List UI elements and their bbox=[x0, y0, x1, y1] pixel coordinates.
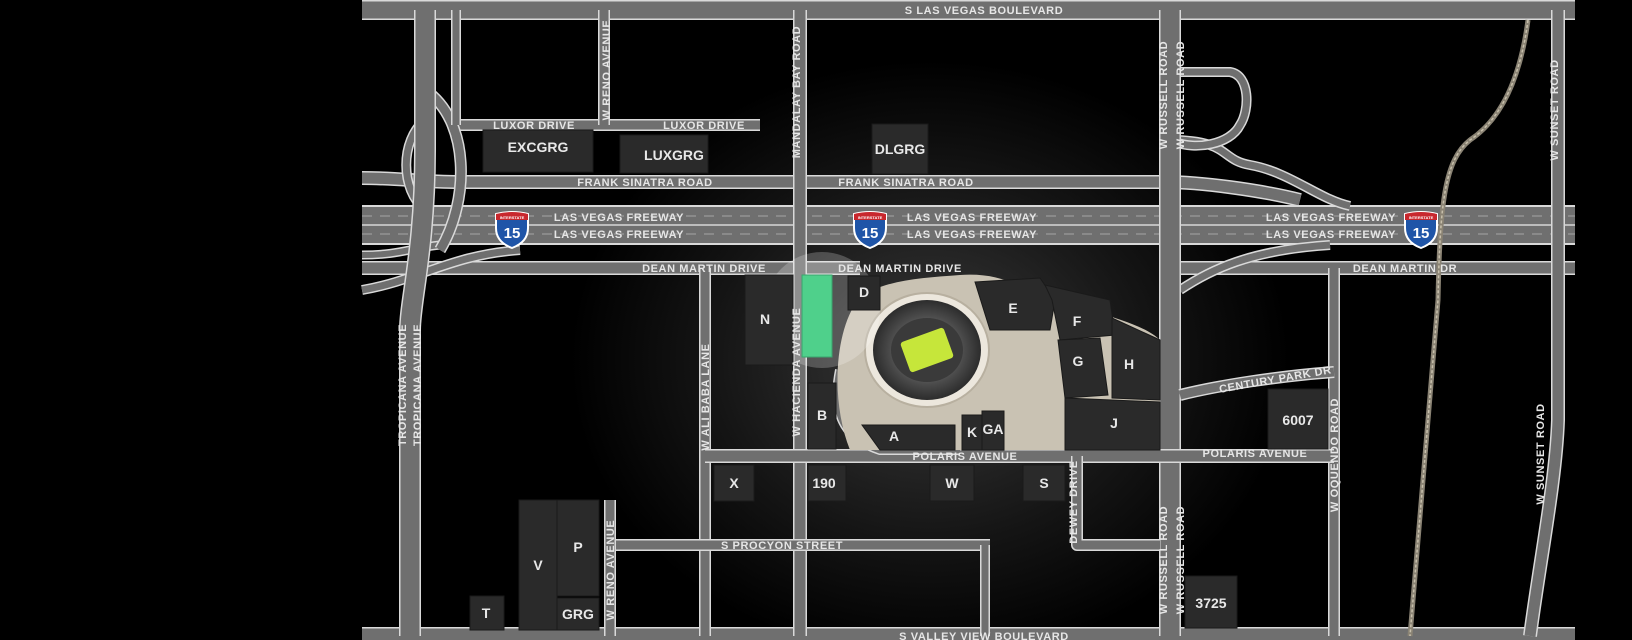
label-lv-freeway-1b: LAS VEGAS FREEWAY bbox=[554, 229, 684, 241]
lot-p[interactable]: P bbox=[556, 499, 600, 597]
lot-p-label: P bbox=[573, 539, 582, 555]
label-w-russell-road-2b: W RUSSELL ROAD bbox=[1175, 506, 1187, 614]
lot-k-label: K bbox=[967, 424, 977, 440]
label-lv-freeway-2b: LAS VEGAS FREEWAY bbox=[907, 229, 1037, 241]
lot-6007-label: 6007 bbox=[1282, 412, 1313, 428]
lot-n[interactable]: N bbox=[744, 274, 794, 366]
label-frank-sinatra-2: FRANK SINATRA ROAD bbox=[838, 177, 973, 189]
label-s-procyon-street: S PROCYON STREET bbox=[721, 540, 843, 552]
lot-w[interactable]: W bbox=[929, 464, 975, 502]
lot-luxgrg[interactable]: LUXGRG bbox=[619, 134, 709, 174]
lot-ga-label: GA bbox=[983, 421, 1004, 437]
lot-grg-label: GRG bbox=[562, 606, 594, 622]
label-polaris-avenue-2: POLARIS AVENUE bbox=[1203, 448, 1308, 460]
lot-v[interactable]: V bbox=[518, 499, 558, 631]
label-w-reno-avenue-bottom: W RENO AVENUE bbox=[605, 520, 617, 621]
label-s-valley-view-blvd: S VALLEY VIEW BOULEVARD bbox=[899, 631, 1069, 640]
lot-s[interactable]: S bbox=[1022, 464, 1066, 502]
label-lv-freeway-2a: LAS VEGAS FREEWAY bbox=[907, 212, 1037, 224]
lot-3725[interactable]: 3725 bbox=[1184, 575, 1238, 629]
svg-text:INTERSTATE: INTERSTATE bbox=[1409, 215, 1434, 220]
label-frank-sinatra-1: FRANK SINATRA ROAD bbox=[577, 177, 712, 189]
lot-g[interactable]: G bbox=[1057, 337, 1109, 399]
label-w-russell-road-2a: W RUSSELL ROAD bbox=[1158, 506, 1170, 614]
label-w-sunset-road-2: W SUNSET ROAD bbox=[1535, 403, 1547, 504]
label-lv-freeway-3b: LAS VEGAS FREEWAY bbox=[1266, 229, 1396, 241]
svg-text:INTERSTATE: INTERSTATE bbox=[500, 215, 525, 220]
lot-h-label: H bbox=[1124, 356, 1134, 372]
lot-190[interactable]: 190 bbox=[807, 464, 847, 502]
lot-ga[interactable]: GA bbox=[981, 410, 1005, 451]
lot-excgrg[interactable]: EXCGRG bbox=[482, 129, 594, 173]
lot-x-label: X bbox=[729, 475, 739, 491]
lot-d[interactable]: D bbox=[847, 275, 881, 311]
label-w-sunset-road-1: W SUNSET ROAD bbox=[1549, 59, 1561, 160]
label-w-reno-avenue-top: W RENO AVENUE bbox=[601, 20, 613, 121]
svg-text:15: 15 bbox=[862, 225, 879, 242]
lot-b[interactable]: B bbox=[807, 382, 837, 450]
lot-t[interactable]: T bbox=[469, 595, 505, 631]
lot-w-label: W bbox=[945, 475, 959, 491]
svg-text:INTERSTATE: INTERSTATE bbox=[858, 215, 883, 220]
lot-grg[interactable]: GRG bbox=[556, 597, 600, 631]
lot-v-label: V bbox=[533, 557, 543, 573]
lot-s-label: S bbox=[1039, 475, 1048, 491]
lot-dlgrg[interactable]: DLGRG bbox=[871, 123, 929, 175]
lot-n-label: N bbox=[760, 311, 770, 327]
stadium-area-map: EXCGRG LUXGRG DLGRG N D E F G H J B A K … bbox=[0, 0, 1632, 640]
lot-d-label: D bbox=[859, 284, 869, 300]
label-w-hacienda-avenue: W HACIENDA AVENUE bbox=[791, 308, 803, 437]
label-dean-martin-2: DEAN MARTIN DRIVE bbox=[838, 263, 962, 275]
label-luxor-drive-1: LUXOR DRIVE bbox=[493, 120, 575, 132]
highlighted-lot[interactable] bbox=[801, 274, 833, 358]
lot-6007[interactable]: 6007 bbox=[1267, 388, 1329, 450]
lot-j-label: J bbox=[1110, 415, 1118, 431]
label-s-las-vegas-blvd: S LAS VEGAS BOULEVARD bbox=[905, 5, 1063, 17]
lot-e-label: E bbox=[1008, 300, 1017, 316]
label-tropicana-avenue-b: TROPICANA AVENUE bbox=[412, 324, 424, 446]
label-dean-martin-1: DEAN MARTIN DRIVE bbox=[642, 263, 766, 275]
lot-g-label: G bbox=[1073, 353, 1084, 369]
label-w-oquendo-road: W OQUENDO ROAD bbox=[1329, 398, 1341, 512]
svg-text:15: 15 bbox=[1413, 225, 1430, 242]
label-tropicana-avenue-a: TROPICANA AVENUE bbox=[397, 324, 409, 446]
lot-excgrg-label: EXCGRG bbox=[508, 139, 569, 155]
lot-j[interactable]: J bbox=[1064, 397, 1161, 451]
lot-k[interactable]: K bbox=[961, 414, 983, 451]
lot-f-label: F bbox=[1073, 313, 1082, 329]
lot-a-label: A bbox=[889, 428, 899, 444]
label-dewey-drive: DEWEY DRIVE bbox=[1068, 460, 1080, 543]
label-mandalay-bay-road: MANDALAY BAY ROAD bbox=[791, 26, 803, 158]
label-w-russell-road-1a: W RUSSELL ROAD bbox=[1158, 41, 1170, 149]
label-lv-freeway-3a: LAS VEGAS FREEWAY bbox=[1266, 212, 1396, 224]
lot-190-label: 190 bbox=[812, 475, 836, 491]
label-dean-martin-dr: DEAN MARTIN DR bbox=[1353, 263, 1457, 275]
lot-luxgrg-label: LUXGRG bbox=[644, 147, 704, 163]
svg-text:15: 15 bbox=[504, 225, 521, 242]
label-lv-freeway-1a: LAS VEGAS FREEWAY bbox=[554, 212, 684, 224]
lot-3725-label: 3725 bbox=[1195, 595, 1226, 611]
label-w-ali-baba-lane: W ALI BABA LANE bbox=[700, 343, 712, 450]
label-polaris-avenue-1: POLARIS AVENUE bbox=[913, 451, 1018, 463]
lot-b-label: B bbox=[817, 407, 827, 423]
lot-t-label: T bbox=[482, 605, 491, 621]
label-luxor-drive-2: LUXOR DRIVE bbox=[663, 120, 745, 132]
lot-x[interactable]: X bbox=[713, 464, 755, 502]
label-w-russell-road-1b: W RUSSELL ROAD bbox=[1175, 41, 1187, 149]
lot-dlgrg-label: DLGRG bbox=[875, 141, 926, 157]
